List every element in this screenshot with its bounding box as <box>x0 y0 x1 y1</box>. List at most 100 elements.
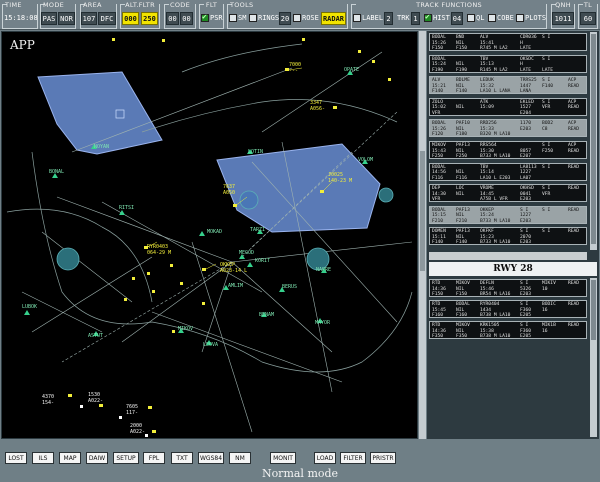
aircraft-data-tag[interactable]: 4370 154- <box>42 394 54 406</box>
trk-value-field[interactable]: 1 <box>411 12 420 25</box>
rose-checkbox[interactable] <box>293 14 301 22</box>
label-checkbox[interactable] <box>353 14 361 22</box>
flight-strip[interactable]: MIKOV 15:43 F250 PAF13 NIL F250 RRS564 15:… <box>429 141 587 159</box>
area-field-1[interactable]: 107 <box>81 12 97 25</box>
strip-field-c3: VROME 14:45 A75B L VFR <box>480 186 508 203</box>
strip-field-act[interactable]: READ <box>568 186 579 192</box>
aircraft-data-tag[interactable]: RYR0403 064-29 M <box>147 244 171 256</box>
area-group: AREA 107 DFC <box>80 0 117 30</box>
cobe-checkbox[interactable] <box>488 14 496 22</box>
strip-field-c4: LA8113 1227 LA07 <box>520 164 537 181</box>
ils-button[interactable]: ILS <box>32 452 54 464</box>
strip-field-act[interactable]: ACP READ <box>568 121 579 132</box>
load-button[interactable]: LOAD <box>314 452 336 464</box>
radar-scrollbar[interactable] <box>419 31 426 439</box>
flight-strip[interactable]: ALV 15:21 F140 BDLME NIL F140 LEDUK 15:32 … <box>429 76 587 95</box>
strip-field-act[interactable]: ACP READ <box>568 78 579 89</box>
psr-label: PSR <box>210 14 223 22</box>
code-field-1[interactable]: 00 <box>166 12 179 25</box>
daiw-button[interactable]: DAIW <box>86 452 108 464</box>
aircraft-data-tag[interactable]: 7000 --- <box>289 62 301 74</box>
ql-checkbox[interactable] <box>467 14 475 22</box>
departure-strips-scrollbar[interactable] <box>590 32 597 250</box>
aircraft-data-tag[interactable]: 2000 A022- <box>130 423 145 435</box>
flight-strip[interactable]: BODAL 15:26 F150 BND NIL F150 ALV 15:41 R7… <box>429 33 587 51</box>
rings-value-field[interactable]: 20 <box>279 12 291 25</box>
strip-field-act[interactable]: ACP READ <box>568 143 579 154</box>
strip-field-c2: PAF10 NIL F180 <box>456 121 470 138</box>
strip-field-c3: TBV 15:13 R145 M LA2 <box>480 56 508 73</box>
flight-strip[interactable]: BODAL 15:15 F210 PAF13 NIL F210 OKKEP 15:2… <box>429 205 587 224</box>
monit-button[interactable]: MONIT <box>270 452 296 464</box>
label-value-field[interactable]: 2 <box>384 12 393 25</box>
flight-strip[interactable]: RTD 14:36 F350 MIKOV NIL F350 KRK1505 15:3… <box>429 321 587 339</box>
flight-strip[interactable]: BODAL 15:24 F190 NIL F190 TBV 15:13 R145 … <box>429 54 587 73</box>
wgs84-button[interactable]: WGS84 <box>198 452 224 464</box>
fix-label: MEGOD <box>239 250 255 256</box>
strip-field-act[interactable]: READ <box>568 229 579 235</box>
area-field-2[interactable]: DFC <box>98 12 116 25</box>
strip-field-act[interactable]: READ <box>568 208 579 214</box>
tl-title: TL <box>583 1 593 9</box>
strip-field-c2: MIKOV NIL F350 <box>456 323 470 339</box>
strip-field-c3: TBV 15:14 LA10 L E203 <box>480 164 511 181</box>
aircraft-data-tag[interactable]: 7605 117- <box>126 404 138 416</box>
filter-button[interactable]: FILTER <box>340 452 366 464</box>
flight-strip[interactable]: DEP 14:30 VFR LOC NIL VROME 14:45 A75B L … <box>429 184 587 203</box>
setup-button[interactable]: SETUP <box>113 452 139 464</box>
hist-value-field[interactable]: 04 <box>451 12 463 25</box>
radar-button[interactable]: RADAR <box>321 12 346 25</box>
txt-button[interactable]: TXT <box>171 452 193 464</box>
strip-field-c4: CDR036 H LATE <box>520 35 537 51</box>
aircraft-data-tag[interactable]: 7637 A050 <box>223 184 235 196</box>
rings-checkbox[interactable] <box>249 14 257 22</box>
strip-field-c5: S I F250 <box>542 143 554 154</box>
fix-label: ASTUT <box>88 333 104 339</box>
fix-label: BENAM <box>259 312 275 318</box>
code-field-2[interactable]: 00 <box>180 12 193 25</box>
flight-strip[interactable]: RTD 15:45 F160 BODAL NIL F160 RYR0404 1434… <box>429 300 587 318</box>
aircraft-data-tag[interactable]: J0025 140-23 M <box>328 172 352 184</box>
aircraft-data-tag[interactable]: 3347 A056- <box>310 100 325 112</box>
strip-field-c2: MIKOV NIL F150 <box>456 281 470 297</box>
plots-checkbox[interactable] <box>516 14 524 22</box>
time-display: 15:18:08 <box>4 14 38 22</box>
arrival-strips-scrollbar[interactable] <box>590 278 597 437</box>
alt-filter-low[interactable]: 000 <box>122 12 139 25</box>
arrival-strips-header <box>429 252 587 260</box>
sm-checkbox[interactable] <box>229 14 237 22</box>
strip-field-act[interactable]: READ <box>568 165 579 171</box>
qnh-value[interactable]: 1011 <box>552 12 574 25</box>
flight-strip[interactable]: DOMEN 15:11 F140 PAF13 NIL F140 OKFKF 15:2… <box>429 227 587 246</box>
radar-map <box>6 38 413 437</box>
aircraft-data-tag[interactable]: OKKEP A023-14 L <box>220 262 247 274</box>
fpl-button[interactable]: FPL <box>143 452 165 464</box>
lost-button[interactable]: LOST <box>5 452 27 464</box>
alt-filter-high[interactable]: 250 <box>141 12 158 25</box>
map-button[interactable]: MAP <box>59 452 81 464</box>
trk-label: TRK <box>397 14 410 22</box>
strip-field-c4: S I 2070 E203 <box>520 229 532 246</box>
psr-checkbox[interactable] <box>201 12 209 22</box>
flight-strip[interactable]: BODAL 14:56 F116 NIL F116 TBV 15:14 LA10 … <box>429 162 587 181</box>
strip-field-act[interactable]: READ <box>568 323 579 329</box>
fix-label: MIKOV <box>178 326 194 332</box>
pristr-button[interactable]: PRISTR <box>370 452 396 464</box>
strip-field-act[interactable]: ACP READ <box>568 100 579 111</box>
mode-pas-button[interactable]: PAS <box>41 12 57 25</box>
strip-field-act[interactable]: READ <box>568 302 579 308</box>
mode-nor-button[interactable]: NOR <box>58 12 75 25</box>
flight-strip[interactable]: BODAL 15:26 F120 PAF10 NIL F180 RRD256 15:… <box>429 119 587 138</box>
aircraft-data-tag[interactable]: 1530 A022- <box>88 392 103 404</box>
tl-value[interactable]: 60 <box>580 12 596 25</box>
strip-field-c1: BODAL 15:15 F210 <box>432 207 446 224</box>
area-group-title: AREA <box>83 1 102 9</box>
flight-strip[interactable]: ZOLO 15:02 VFR NIL ATK 15:09 EKLED 1527 … <box>429 97 587 116</box>
nm-button[interactable]: NM <box>229 452 251 464</box>
hist-checkbox[interactable] <box>424 12 432 22</box>
strip-field-act[interactable]: READ <box>568 281 579 287</box>
radar-display[interactable]: APP NOYAN BONAL RITSI MOKAD MEGOD KORIT … <box>1 31 418 439</box>
radar-scrollbar-thumb[interactable] <box>420 151 425 271</box>
flight-strip[interactable]: RTD 14:36 F150 MIKOV NIL F150 DEFLN 15:46 … <box>429 279 587 297</box>
rings-label: RINGS <box>258 14 280 22</box>
